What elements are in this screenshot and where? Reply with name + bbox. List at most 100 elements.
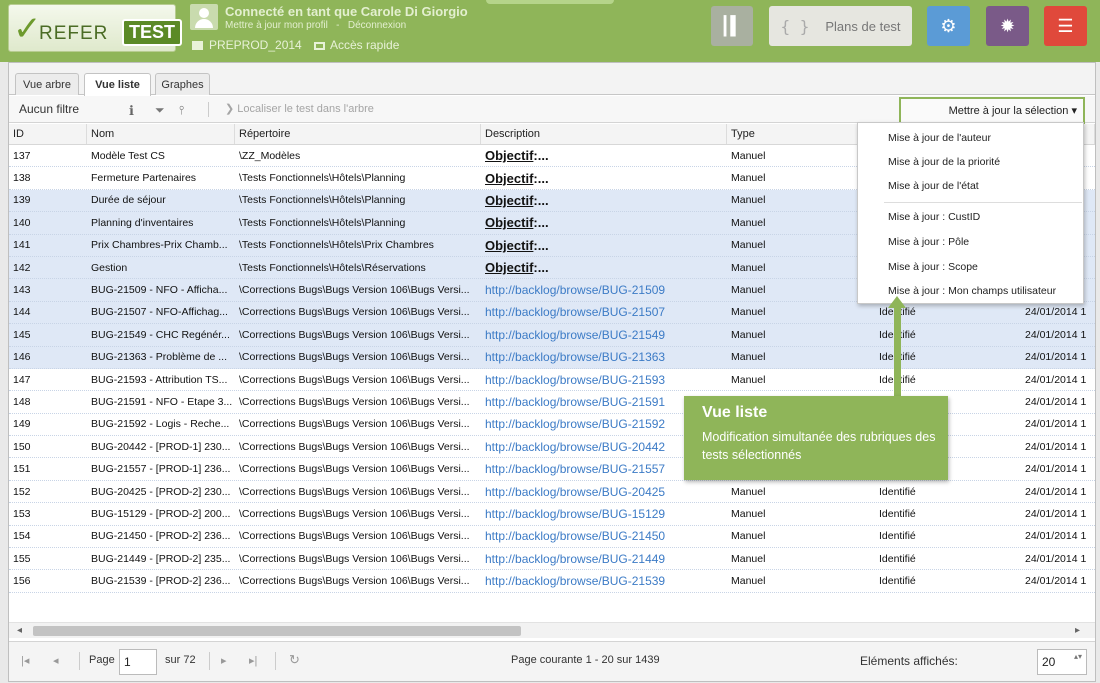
description-link[interactable]: http://backlog/browse/BUG-21549: [485, 328, 665, 342]
refertest-logo[interactable]: ✓ REFER TEST: [8, 4, 183, 52]
test-plans-label: Plans de test: [825, 18, 901, 34]
tab-graphs[interactable]: Graphes: [155, 73, 210, 95]
cell-id: 147: [13, 373, 31, 386]
bugs-button[interactable]: ✹: [986, 6, 1029, 46]
update-profile-link[interactable]: Mettre à jour mon profil: [225, 20, 328, 31]
refresh-icon[interactable]: ↻: [289, 652, 300, 668]
description-link[interactable]: http://backlog/browse/BUG-21592: [485, 417, 665, 431]
settings-button[interactable]: ⚙: [927, 6, 970, 46]
cell-id: 151: [13, 463, 31, 476]
column-header-repertoire[interactable]: Répertoire: [235, 124, 481, 144]
cell-type: Manuel: [731, 261, 766, 274]
quick-access-label: Accès rapide: [330, 38, 400, 52]
menu-item-priority[interactable]: Mise à jour de la priorité: [858, 150, 1083, 174]
cell-folder: \Corrections Bugs\Bugs Version 106\Bugs …: [239, 552, 470, 565]
filter-icon[interactable]: ⏷: [155, 103, 165, 118]
quick-access[interactable]: Accès rapide: [314, 38, 399, 52]
page-count: sur 72: [165, 654, 196, 666]
first-page-icon[interactable]: |◂: [21, 654, 29, 667]
cell-date: 24/01/2014 1: [1025, 485, 1087, 498]
last-page-icon[interactable]: ▸|: [249, 654, 257, 667]
app-header: ✓ REFER TEST Connecté en tant que Carole…: [0, 0, 1100, 62]
cell-description: http://backlog/browse/BUG-21363: [481, 347, 727, 368]
test-plans-button[interactable]: { } Plans de test: [769, 6, 912, 46]
filter-clear-icon[interactable]: ⫯: [179, 103, 184, 118]
update-selection-button[interactable]: Mettre à jour la sélection ▾: [899, 97, 1085, 124]
description-link[interactable]: http://backlog/browse/BUG-21509: [485, 283, 665, 297]
description-objective: Objectif: [485, 215, 534, 231]
column-header-description[interactable]: Description: [481, 124, 727, 144]
toolbar-divider: [208, 102, 209, 117]
menu-item-state[interactable]: Mise à jour de l'état: [858, 174, 1083, 198]
cell-name: Planning d'inventaires: [91, 216, 194, 229]
table-row[interactable]: 144 BUG-21507 - NFO-Affichag... \Correctio…: [9, 301, 1095, 325]
menu-item-pole[interactable]: Mise à jour : Pôle: [858, 230, 1083, 254]
monitor-icon: [314, 42, 325, 50]
description-link[interactable]: http://backlog/browse/BUG-21539: [485, 574, 665, 588]
info-icon[interactable]: ℹ: [129, 103, 134, 119]
cell-folder: \Corrections Bugs\Bugs Version 106\Bugs …: [239, 284, 470, 297]
cell-name: BUG-21539 - [PROD-2] 236...: [91, 575, 231, 588]
cell-folder: \Corrections Bugs\Bugs Version 106\Bugs …: [239, 507, 470, 520]
cell-description: http://backlog/browse/BUG-21539: [481, 570, 727, 591]
table-row[interactable]: 155 BUG-21449 - [PROD-2] 235... \Correctio…: [9, 548, 1095, 571]
project-selector[interactable]: PREPROD_2014: [192, 38, 302, 52]
menu-item-scope[interactable]: Mise à jour : Scope: [858, 255, 1083, 279]
table-row[interactable]: 145 BUG-21549 - CHC Regénér... \Correction…: [9, 324, 1095, 347]
table-row[interactable]: 147 BUG-21593 - Attribution TS... \Correct…: [9, 369, 1095, 392]
description-link[interactable]: http://backlog/browse/BUG-21557: [485, 462, 665, 476]
menu-button[interactable]: ☰: [1044, 6, 1087, 46]
cell-name: BUG-15129 - [PROD-2] 200...: [91, 507, 231, 520]
filter-label[interactable]: Aucun filtre: [19, 102, 79, 116]
cell-description: http://backlog/browse/BUG-21509: [481, 279, 727, 300]
description-objective: Objectif: [485, 192, 534, 208]
column-header-nom[interactable]: Nom: [87, 124, 235, 144]
scroll-thumb[interactable]: [33, 626, 521, 636]
description-ellipsis: :...: [533, 192, 549, 208]
spinner-icon[interactable]: ▴▾: [1074, 652, 1084, 662]
cell-state: Identifié: [879, 485, 916, 498]
table-row[interactable]: 156 BUG-21539 - [PROD-2] 236... \Correctio…: [9, 570, 1095, 593]
avatar[interactable]: [190, 4, 218, 30]
description-link[interactable]: http://backlog/browse/BUG-15129: [485, 507, 665, 521]
menu-item-author[interactable]: Mise à jour de l'auteur: [858, 126, 1083, 150]
description-link[interactable]: http://backlog/browse/BUG-21450: [485, 529, 665, 543]
tab-list-view[interactable]: Vue liste: [84, 73, 151, 96]
cell-name: BUG-21549 - CHC Regénér...: [91, 328, 230, 341]
description-link[interactable]: http://backlog/browse/BUG-20425: [485, 485, 665, 499]
table-row[interactable]: 146 BUG-21363 - Problème de ... \Correctio…: [9, 346, 1095, 369]
cell-id: 152: [13, 485, 31, 498]
description-link[interactable]: http://backlog/browse/BUG-21591: [485, 395, 665, 409]
description-link[interactable]: http://backlog/browse/BUG-20442: [485, 440, 665, 454]
description-link[interactable]: http://backlog/browse/BUG-21507: [485, 305, 665, 319]
description-link[interactable]: http://backlog/browse/BUG-21449: [485, 552, 665, 566]
logout-link[interactable]: Déconnexion: [348, 20, 406, 31]
cell-description: http://backlog/browse/BUG-21449: [481, 548, 727, 569]
menu-item-custid[interactable]: Mise à jour : CustID: [858, 205, 1083, 229]
stats-icon: ┃▍: [719, 15, 745, 36]
cell-description: Objectif :...: [481, 190, 727, 211]
column-header-type[interactable]: Type: [727, 124, 875, 144]
prev-page-icon[interactable]: ◂: [53, 654, 59, 667]
column-header-id[interactable]: ID: [9, 124, 87, 144]
scroll-left-icon[interactable]: ◂: [17, 625, 22, 636]
page-number-input[interactable]: 1: [119, 649, 157, 675]
cell-name: BUG-21449 - [PROD-2] 235...: [91, 552, 231, 565]
locate-label: Localiser le test dans l'arbre: [237, 103, 374, 115]
tab-tree-view[interactable]: Vue arbre: [15, 73, 79, 95]
table-row[interactable]: 153 BUG-15129 - [PROD-2] 200... \Correctio…: [9, 503, 1095, 526]
horizontal-scrollbar[interactable]: ◂ ▸: [9, 622, 1095, 638]
scroll-right-icon[interactable]: ▸: [1075, 625, 1080, 636]
table-row[interactable]: 154 BUG-21450 - [PROD-2] 236... \Correctio…: [9, 526, 1095, 549]
table-row[interactable]: 152 BUG-20425 - [PROD-2] 230... \Correctio…: [9, 481, 1095, 504]
next-page-icon[interactable]: ▸: [221, 654, 227, 667]
pager: |◂ ◂ Page 1 sur 72 ▸ ▸| ↻ Page courante …: [9, 641, 1095, 681]
locate-in-tree[interactable]: ❯ Localiser le test dans l'arbre: [225, 102, 374, 115]
cell-name: BUG-21591 - NFO - Etape 3...: [91, 395, 233, 408]
stats-button[interactable]: ┃▍: [711, 6, 753, 46]
page-size-spinner[interactable]: 20 ▴▾: [1037, 649, 1087, 675]
page-label: Page: [89, 654, 115, 666]
description-link[interactable]: http://backlog/browse/BUG-21593: [485, 373, 665, 387]
shown-label: Eléments affichés:: [860, 654, 958, 668]
description-link[interactable]: http://backlog/browse/BUG-21363: [485, 350, 665, 364]
